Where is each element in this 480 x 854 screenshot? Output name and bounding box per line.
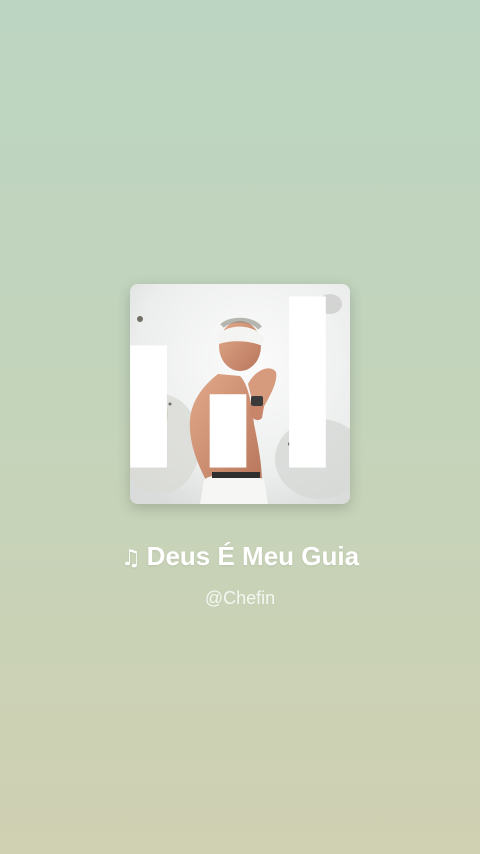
music-share-screen: ♫ Deus É Meu Guia @Chefin [0,0,480,854]
song-title[interactable]: ♫ Deus É Meu Guia [0,538,480,577]
artist-handle[interactable]: @Chefin [0,586,480,610]
album-cover[interactable] [130,284,350,504]
song-title-text: Deus É Meu Guia [146,541,360,571]
audio-bars-icon [130,296,326,468]
music-note-icon: ♫ [120,546,141,571]
